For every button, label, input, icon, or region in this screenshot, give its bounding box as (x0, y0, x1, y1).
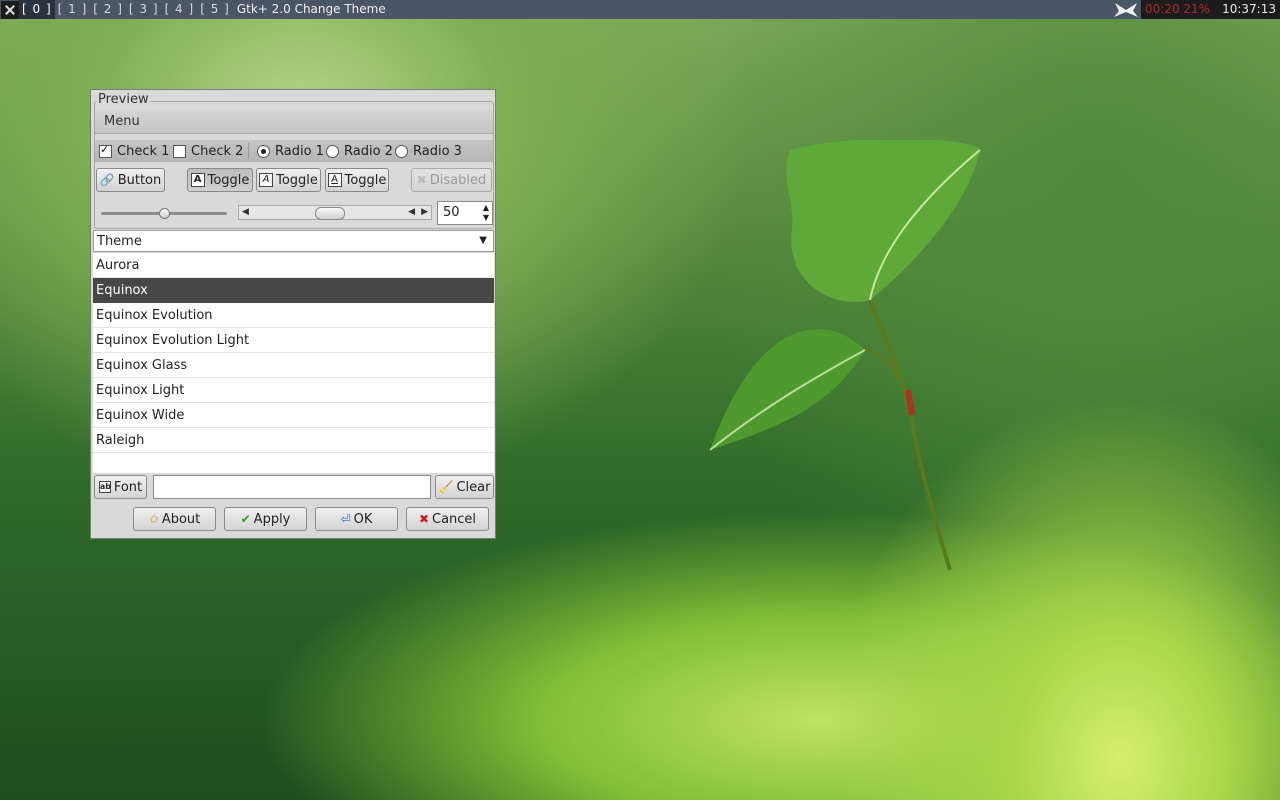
theme-item[interactable]: Equinox Light (93, 378, 494, 403)
clock: 10:37:13 (1214, 0, 1280, 19)
change-theme-dialog: Preview Menu Check 1 Check 2 Radio 1 Rad… (90, 89, 496, 539)
active-window-title: Gtk+ 2.0 Change Theme (236, 2, 386, 16)
theme-item-selected[interactable]: Equinox (93, 278, 494, 303)
toggle-1[interactable]: A Toggle (187, 168, 253, 192)
check-2[interactable]: Check 2 (173, 144, 243, 159)
radio-icon (326, 145, 339, 158)
preview-legend: Preview (97, 92, 150, 107)
font-a-icon: A (190, 173, 205, 187)
theme-item[interactable]: Equinox Evolution (93, 303, 494, 328)
theme-item[interactable]: Equinox Wide (93, 403, 494, 428)
font-italic-icon: A (259, 173, 274, 187)
radio-2[interactable]: Radio 2 (326, 144, 393, 159)
butterfly-icon[interactable] (1111, 0, 1141, 19)
check-icon: ✔ (240, 512, 251, 526)
theme-item[interactable]: Raleigh (93, 428, 494, 453)
slider-knob[interactable] (159, 208, 170, 219)
workspace-5[interactable]: [ 5 ] (197, 0, 233, 19)
spin-up-icon[interactable]: ▲ (483, 203, 489, 212)
toggle-2[interactable]: A Toggle (256, 168, 321, 192)
checkbox-icon (173, 145, 186, 158)
font-underline-icon: A (327, 173, 342, 187)
theme-combo[interactable]: Theme ▼ (93, 230, 494, 252)
workspace-4[interactable]: [ 4 ] (162, 0, 198, 19)
menu-item[interactable]: Menu (104, 114, 140, 129)
scroll-right-icon[interactable]: ▶ (421, 206, 428, 219)
broom-icon: 🧹 (438, 480, 454, 494)
cancel-button[interactable]: ✖ Cancel (406, 507, 489, 531)
radio-1[interactable]: Radio 1 (257, 144, 324, 159)
workspace-3[interactable]: [ 3 ] (126, 0, 162, 19)
preview-button[interactable]: 🔗 Button (96, 168, 165, 192)
clear-button[interactable]: 🧹 Clear (435, 475, 494, 499)
top-panel: [ 0 ] [ 1 ] [ 2 ] [ 3 ] [ 4 ] [ 5 ] Gtk+… (0, 0, 1280, 19)
scroll-left-icon[interactable]: ◀ (408, 206, 415, 219)
about-button[interactable]: ✩ About (133, 507, 216, 531)
workspace-2[interactable]: [ 2 ] (90, 0, 126, 19)
close-icon: ✖ (416, 173, 427, 187)
preview-spin-button[interactable]: 50 ▲ ▼ (437, 201, 493, 225)
theme-list[interactable]: Aurora Equinox Equinox Evolution Equinox… (93, 253, 494, 473)
font-icon: ab (98, 481, 111, 493)
theme-item[interactable]: Equinox Glass (93, 353, 494, 378)
theme-item[interactable]: Aurora (93, 253, 494, 278)
preview-menubar: Menu (95, 110, 493, 134)
check-1[interactable]: Check 1 (99, 143, 169, 159)
battery-status: 00:20 21% (1141, 0, 1215, 19)
star-icon: ✩ (148, 512, 159, 526)
radio-icon (395, 145, 408, 158)
disabled-button: ✖ Disabled (411, 168, 492, 192)
close-icon: ✖ (418, 512, 429, 526)
toggle-3[interactable]: A Toggle (325, 168, 389, 192)
ok-button[interactable]: ⏎ OK (315, 507, 398, 531)
link-icon: 🔗 (99, 173, 115, 187)
separator (248, 143, 249, 159)
dropdown-arrow-icon: ▼ (479, 235, 487, 246)
preview-scrollbar[interactable]: ◀ ◀ ▶ (238, 205, 432, 220)
radio-3[interactable]: Radio 3 (395, 144, 462, 159)
theme-item[interactable]: Equinox Evolution Light (93, 328, 494, 353)
checkbox-checked-icon (99, 143, 112, 158)
apply-button[interactable]: ✔ Apply (224, 507, 307, 531)
font-entry[interactable] (153, 475, 431, 499)
workspace-0[interactable]: [ 0 ] (19, 0, 55, 19)
enter-arrow-icon: ⏎ (340, 512, 351, 526)
workspace-1[interactable]: [ 1 ] (55, 0, 91, 19)
scroll-left-icon[interactable]: ◀ (242, 206, 249, 219)
preview-check-row: Check 1 Check 2 Radio 1 Radio 2 Radio 3 (95, 140, 493, 162)
spin-down-icon[interactable]: ▼ (483, 213, 489, 222)
scrollbar-thumb[interactable] (315, 207, 345, 220)
font-button[interactable]: ab Font (94, 475, 147, 499)
radio-selected-icon (257, 145, 270, 158)
wallpaper-sprout (709, 140, 981, 571)
menu-icon[interactable] (1, 0, 19, 19)
